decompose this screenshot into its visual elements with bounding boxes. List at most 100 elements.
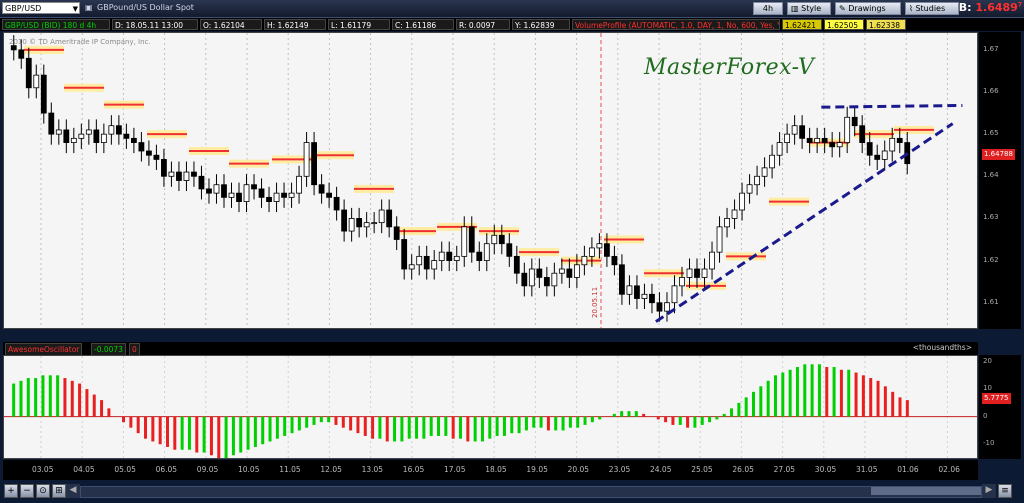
expand-icon[interactable]: ⊞: [52, 484, 66, 498]
price-tick: 1.62: [983, 255, 999, 264]
info-bar: GBP/USD (BID) 180 d 4h D: 18.05.11 13:00…: [0, 18, 1024, 31]
info-range: R: 0.0097: [456, 19, 510, 30]
symbol-selector-label: GBP/USD: [5, 4, 42, 13]
settings-icon[interactable]: ≡: [998, 484, 1012, 498]
candle-body: [491, 234, 498, 245]
candle-body: [776, 142, 783, 156]
oscillator-axis[interactable]: 20 10 0 -10: [979, 355, 1021, 459]
info-vp-value-2: 1.62505: [824, 19, 864, 30]
candle-body: [296, 175, 302, 194]
candle-body: [303, 142, 310, 177]
style-button[interactable]: ▥ Style: [787, 2, 831, 15]
candle-body: [63, 129, 70, 143]
candle-body: [198, 175, 205, 190]
oscillator-units: <thousandths>: [912, 343, 972, 352]
oscillator-flag: 5.7775: [981, 392, 1012, 405]
date-tick: 19.05: [526, 465, 548, 474]
candle-body: [446, 251, 453, 261]
date-tick: 17.05: [444, 465, 466, 474]
candle-body: [836, 142, 843, 148]
candle-body: [806, 137, 813, 143]
zoom-in-icon[interactable]: +: [4, 484, 18, 498]
candle-body: [656, 302, 663, 312]
date-tick: 30.05: [814, 465, 837, 474]
candle-body: [115, 125, 122, 135]
studies-button[interactable]: ⌇ Studies: [905, 2, 959, 15]
candle-body: [333, 196, 340, 211]
candle-body: [206, 188, 212, 194]
style-button-label: Style: [801, 4, 822, 13]
candle-body: [221, 184, 227, 198]
price-chart-panel[interactable]: 2010 © TD Ameritrade IP Company, Inc. Ma…: [3, 32, 978, 329]
drawings-button[interactable]: ✎ Drawings: [835, 2, 901, 15]
candle-body: [604, 243, 610, 257]
candle-body: [746, 184, 753, 194]
scroll-right-icon[interactable]: ▶: [982, 484, 996, 498]
candle-body: [236, 192, 242, 202]
candle-body: [619, 264, 625, 295]
info-open: O: 1.62104: [200, 19, 262, 30]
candle-body: [423, 255, 430, 270]
date-tick: 01.06: [897, 465, 919, 474]
candle-body: [739, 192, 745, 211]
date-tick: 18.05: [485, 465, 507, 474]
style-icon: ▥: [791, 4, 799, 13]
candle-body: [130, 137, 137, 143]
candle-body: [461, 226, 468, 257]
candle-body: [754, 175, 760, 186]
candle-body: [889, 137, 896, 152]
candle-body: [356, 218, 363, 228]
candle-body: [649, 293, 655, 304]
candle-body: [453, 255, 460, 261]
candle-body: [799, 125, 806, 139]
oscillator-tick: 0: [983, 411, 988, 420]
scroll-left-icon[interactable]: ◀: [66, 484, 80, 498]
oscillator-panel[interactable]: [3, 355, 978, 459]
price-tick: 1.66: [983, 87, 999, 95]
candle-body: [386, 209, 393, 228]
date-tick: 25.05: [691, 465, 713, 474]
time-scrollbar[interactable]: [80, 486, 982, 498]
candle-body: [100, 133, 107, 143]
candle-body: [866, 142, 873, 156]
scrollbar-thumb[interactable]: [871, 487, 981, 495]
candle-body: [123, 133, 130, 139]
candle-body: [543, 277, 550, 287]
oscillator-chart[interactable]: [4, 356, 977, 458]
price-chart[interactable]: [4, 33, 977, 328]
resistance-trendline: [821, 103, 963, 109]
price-tick: 1.61: [983, 297, 999, 306]
zoom-fit-icon[interactable]: ⊙: [36, 484, 50, 498]
date-tick: 11.05: [279, 465, 301, 474]
date-axis[interactable]: 03.05 04.05 05.05 06.05 09.05 10.05 11.05 12.05…: [3, 460, 978, 480]
price-axis[interactable]: 1.67 1.66 1.65 1.64 1.63 1.62 1.61: [979, 32, 1021, 329]
symbol-info-icon[interactable]: ▣: [85, 3, 93, 12]
bottom-bar: + − ⊙ ⊞ ◀ ▶ ≡: [0, 481, 1024, 503]
date-tick: 27.05: [773, 465, 796, 474]
bid-sup: 7: [1017, 1, 1022, 9]
candle-body: [108, 125, 115, 135]
candle-body: [371, 222, 378, 225]
timeframe-button[interactable]: 4h: [753, 2, 783, 15]
candle-body: [416, 255, 423, 266]
candle-body: [634, 285, 640, 299]
date-tick: 02.06: [938, 465, 960, 474]
candle-body: [581, 255, 588, 266]
candle-body: [10, 45, 17, 51]
candle-body: [93, 129, 100, 143]
symbol-selector[interactable]: GBP/USD ▼: [2, 2, 80, 14]
candle-body: [85, 129, 92, 135]
candle-body: [829, 142, 836, 148]
candle-body: [671, 285, 678, 304]
zoom-out-icon[interactable]: −: [20, 484, 34, 498]
candle-body: [513, 255, 520, 274]
studies-icon: ⌇: [909, 4, 913, 13]
date-tick: 03.05: [32, 465, 54, 474]
candle-body: [326, 192, 333, 198]
candle-body: [378, 209, 385, 224]
date-tick: 16.05: [402, 465, 425, 474]
candle-body: [393, 226, 400, 240]
drawings-button-label: Drawings: [848, 4, 886, 13]
candle-body: [348, 218, 355, 232]
price-tick: 1.67: [983, 44, 999, 53]
